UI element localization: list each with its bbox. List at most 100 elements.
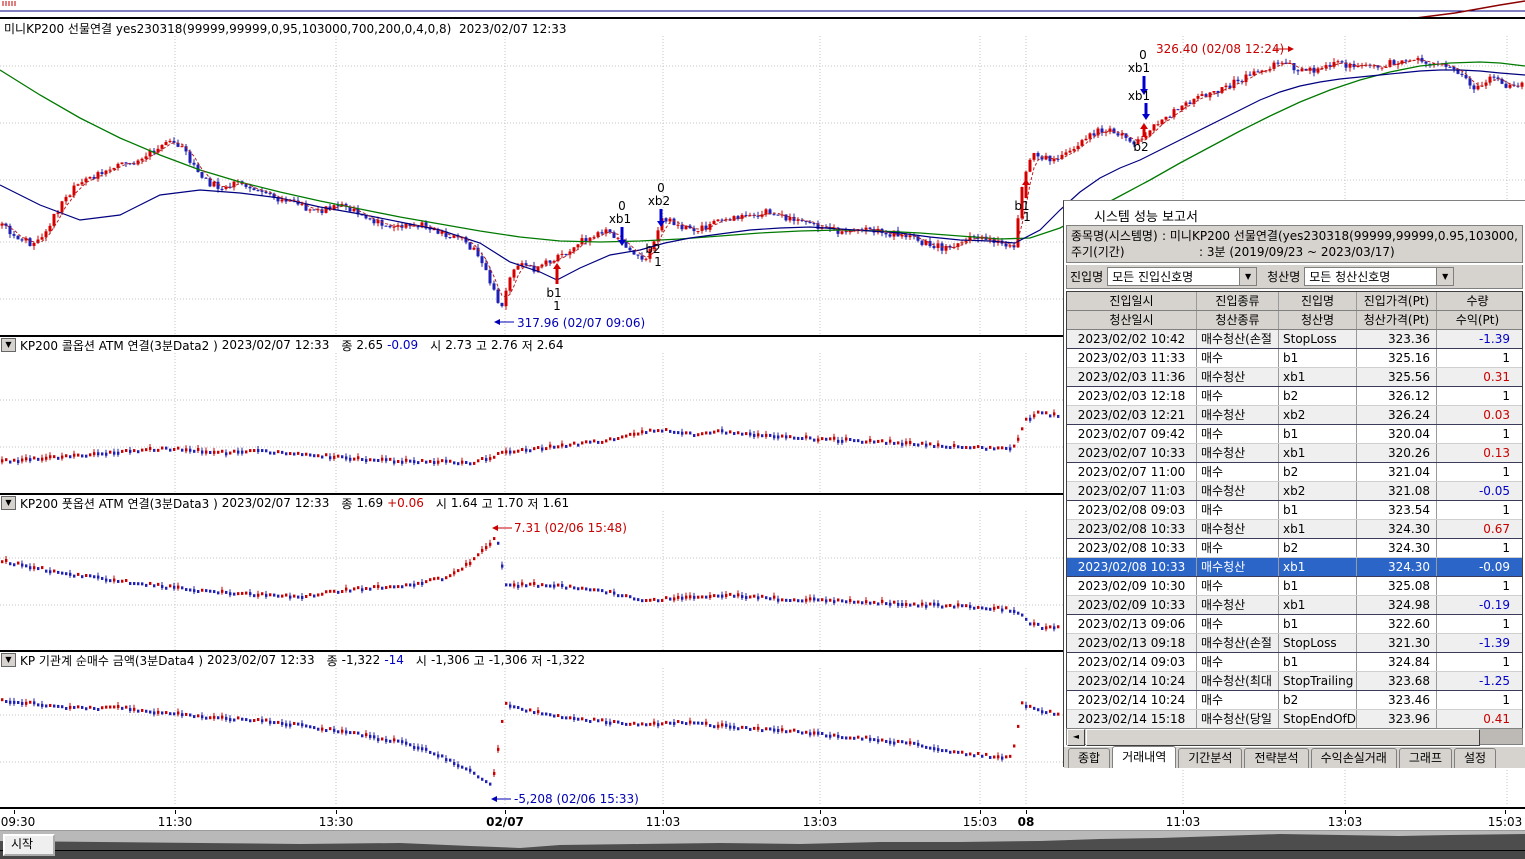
main-chart-title: 미니KP200 선물연결 yes230318(99999,99999,0,95,… xyxy=(4,20,567,35)
axis-label: 13:03 xyxy=(803,815,838,829)
chevron-down-icon[interactable]: ▼ xyxy=(1239,268,1256,285)
call-chart-datetime: 2023/02/07 12:33 xyxy=(222,338,330,352)
axis-label: 02/07 xyxy=(486,815,524,829)
trade-signal-cell: b2 xyxy=(1279,463,1357,481)
trade-date-cell: 2023/02/07 09:42 xyxy=(1067,425,1197,443)
trade-type-cell: 매수 xyxy=(1197,463,1279,481)
axis-tick xyxy=(980,810,981,814)
trade-date-cell: 2023/02/14 10:24 xyxy=(1067,691,1197,709)
start-button[interactable]: 시작 xyxy=(3,834,55,856)
tab-전략분석[interactable]: 전략분석 xyxy=(1244,748,1308,768)
trade-date-cell: 2023/02/03 11:36 xyxy=(1067,368,1197,386)
time-axis: 09:3011:3013:3002/0711:0313:0315:030811:… xyxy=(0,810,1525,830)
table-row[interactable]: 2023/02/13 09:18매수청산(손절StopLoss321.30-1.… xyxy=(1067,634,1522,653)
exit-signal-select[interactable]: 모든 청산신호명 ▼ xyxy=(1304,267,1454,286)
table-row[interactable]: 2023/02/09 10:30매수b1325.081 xyxy=(1067,577,1522,596)
table-row[interactable]: 2023/02/03 11:33매수b1325.161 xyxy=(1067,349,1522,368)
close-value: -1,322 xyxy=(342,653,381,667)
tab-종합[interactable]: 종합 xyxy=(1068,748,1110,768)
table-row[interactable]: 2023/02/07 11:00매수b2321.041 xyxy=(1067,463,1522,482)
axis-tick xyxy=(1505,810,1506,814)
table-row[interactable]: 2023/02/03 11:36매수청산xb1325.560.31 xyxy=(1067,368,1522,387)
tab-수익손실거래[interactable]: 수익손실거래 xyxy=(1311,748,1397,768)
svg-text:xb2: xb2 xyxy=(648,194,670,208)
column-header: 청산가격(Pt) xyxy=(1357,311,1437,329)
column-header: 진입가격(Pt) xyxy=(1357,292,1437,310)
scroll-left-icon[interactable]: ◄ xyxy=(1067,729,1085,746)
trade-date-cell: 2023/02/08 10:33 xyxy=(1067,539,1197,557)
trade-date-cell: 2023/02/03 11:33 xyxy=(1067,349,1197,367)
high-label: 고 xyxy=(482,495,493,511)
table-row[interactable]: 2023/02/09 10:33매수청산xb1324.98-0.19 xyxy=(1067,596,1522,615)
trade-date-cell: 2023/02/08 09:03 xyxy=(1067,501,1197,519)
trade-type-cell: 매수청산(손절 xyxy=(1197,330,1279,348)
chevron-down-icon[interactable]: ▼ xyxy=(1,653,16,667)
table-row[interactable]: 2023/02/07 09:42매수b1320.041 xyxy=(1067,425,1522,444)
trade-price-cell: 322.60 xyxy=(1357,615,1437,633)
table-row[interactable]: 2023/02/02 10:42매수청산(손절StopLoss323.36-1.… xyxy=(1067,330,1522,349)
change-value: -14 xyxy=(384,653,404,667)
tab-거래내역[interactable]: 거래내역 xyxy=(1112,746,1176,768)
table-row[interactable]: 2023/02/14 09:03매수b1324.841 xyxy=(1067,653,1522,672)
trade-signal-cell: b1 xyxy=(1279,501,1357,519)
trade-price-cell: 321.30 xyxy=(1357,634,1437,652)
close-label: 종 xyxy=(341,495,352,511)
trade-value-cell: -0.05 xyxy=(1437,482,1518,500)
svg-text:317.96 (02/07 09:06): 317.96 (02/07 09:06) xyxy=(517,316,645,330)
column-header: 청산명 xyxy=(1279,311,1357,329)
table-row[interactable]: 2023/02/08 10:33매수b2324.301 xyxy=(1067,539,1522,558)
period-label: 주기(기간) xyxy=(1071,244,1199,260)
chevron-down-icon[interactable]: ▼ xyxy=(1,338,16,352)
table-row[interactable]: 2023/02/14 10:24매수b2323.461 xyxy=(1067,691,1522,710)
trade-signal-cell: StopEndOfDa xyxy=(1279,710,1357,728)
chart-navigator[interactable] xyxy=(0,830,1525,851)
axis-label: 13:03 xyxy=(1328,815,1363,829)
table-row[interactable]: 2023/02/03 12:21매수청산xb2326.240.03 xyxy=(1067,406,1522,425)
trade-price-cell: 326.24 xyxy=(1357,406,1437,424)
entry-signal-select[interactable]: 모든 진입신호명 ▼ xyxy=(1107,267,1257,286)
trade-type-cell: 매수 xyxy=(1197,615,1279,633)
table-row[interactable]: 2023/02/08 10:33매수청산xb1324.300.67 xyxy=(1067,520,1522,539)
period-value: : 3분 (2019/09/23 ~ 2023/03/17) xyxy=(1199,244,1395,260)
trade-type-cell: 매수 xyxy=(1197,501,1279,519)
table-row[interactable]: 2023/02/14 10:24매수청산(최대StopTrailing323.6… xyxy=(1067,672,1522,691)
table-horizontal-scrollbar[interactable]: ◄ xyxy=(1066,728,1523,745)
axis-label: 09:30 xyxy=(1,815,36,829)
taskbar xyxy=(0,850,1525,859)
table-row[interactable]: 2023/02/13 09:06매수b1322.601 xyxy=(1067,615,1522,634)
trade-type-cell: 매수청산(당일 xyxy=(1197,710,1279,728)
tab-설정[interactable]: 설정 xyxy=(1454,748,1496,768)
trade-history-table: 진입일시진입종류진입명진입가격(Pt)수량청산일시청산종류청산명청산가격(Pt)… xyxy=(1066,291,1523,730)
chevron-down-icon[interactable]: ▼ xyxy=(1436,268,1453,285)
table-row[interactable]: 2023/02/03 12:18매수b2326.121 xyxy=(1067,387,1522,406)
tab-그래프[interactable]: 그래프 xyxy=(1399,748,1452,768)
scrollbar-track[interactable] xyxy=(1480,729,1522,744)
tab-기간분석[interactable]: 기간분석 xyxy=(1178,748,1242,768)
high-label: 고 xyxy=(476,337,487,353)
trade-type-cell: 매수 xyxy=(1197,653,1279,671)
trade-date-cell: 2023/02/13 09:18 xyxy=(1067,634,1197,652)
trade-signal-cell: b1 xyxy=(1279,577,1357,595)
institutional-chart-header: ▼ KP 기관계 순매수 금액(3분Data4 ) 2023/02/07 12:… xyxy=(0,652,1060,668)
svg-text:1: 1 xyxy=(654,255,662,269)
svg-text:326.40 (02/08 12:24): 326.40 (02/08 12:24) xyxy=(1156,42,1284,56)
trade-type-cell: 매수 xyxy=(1197,349,1279,367)
table-row[interactable]: 2023/02/08 09:03매수b1323.541 xyxy=(1067,501,1522,520)
axis-label: 08 xyxy=(1018,815,1035,829)
trade-signal-cell: xb2 xyxy=(1279,406,1357,424)
scrollbar-thumb[interactable] xyxy=(1086,729,1480,746)
exit-signal-value: 모든 청산신호명 xyxy=(1305,268,1436,285)
trade-value-cell: 1 xyxy=(1437,691,1518,709)
table-row[interactable]: 2023/02/07 11:03매수청산xb2321.08-0.05 xyxy=(1067,482,1522,501)
table-row[interactable]: 2023/02/08 10:33매수청산xb1324.30-0.09 xyxy=(1067,558,1522,577)
svg-text:7.31 (02/06 15:48): 7.31 (02/06 15:48) xyxy=(514,521,627,535)
chevron-down-icon[interactable]: ▼ xyxy=(1,496,16,510)
table-row[interactable]: 2023/02/07 10:33매수청산xb1320.260.13 xyxy=(1067,444,1522,463)
trade-signal-cell: b1 xyxy=(1279,349,1357,367)
low-value: -1,322 xyxy=(546,653,585,667)
high-value: 1.70 xyxy=(497,496,524,510)
table-row[interactable]: 2023/02/14 15:18매수청산(당일StopEndOfDa323.96… xyxy=(1067,710,1522,729)
trade-price-cell: 323.68 xyxy=(1357,672,1437,690)
trade-type-cell: 매수청산 xyxy=(1197,444,1279,462)
trade-price-cell: 323.54 xyxy=(1357,501,1437,519)
